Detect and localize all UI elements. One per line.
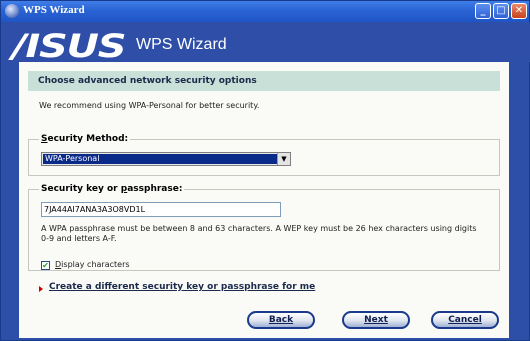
security-method-dropdown[interactable]: WPA-Personal ▼ [41, 152, 291, 166]
security-key-label: Security key or passphrase: [39, 184, 185, 194]
arrow-right-icon [39, 286, 43, 292]
security-method-label: Security Method: [39, 134, 131, 144]
close-button[interactable]: ✕ [511, 3, 527, 19]
passphrase-help-text: A WPA passphrase must be between 8 and 6… [41, 224, 477, 243]
app-icon [5, 4, 19, 18]
cancel-button[interactable]: Cancel [431, 311, 499, 329]
create-key-link[interactable]: Create a different security key or passp… [49, 282, 315, 292]
security-key-group: Security key or passphrase: A WPA passph… [28, 184, 500, 271]
maximize-button[interactable]: □ [493, 3, 509, 19]
display-characters-label[interactable]: Display characters [55, 260, 130, 269]
security-key-input[interactable] [41, 202, 281, 217]
asus-logo: /ISUS [12, 27, 127, 65]
display-characters-checkbox[interactable]: ✔ [41, 261, 50, 270]
minimize-button[interactable]: _ [475, 3, 491, 19]
recommendation-text: We recommend using WPA-Personal for bett… [39, 101, 260, 110]
security-method-value: WPA-Personal [43, 154, 277, 164]
back-button[interactable]: Back [247, 311, 315, 329]
wizard-title: WPS Wizard [136, 36, 227, 53]
section-header: Choose advanced network security options [28, 71, 500, 91]
chevron-down-icon[interactable]: ▼ [277, 153, 290, 165]
content-panel: Choose advanced network security options… [19, 62, 509, 338]
title-bar: WPS Wizard _ □ ✕ [1, 1, 529, 22]
security-method-group: Security Method: WPA-Personal ▼ [28, 134, 500, 176]
header-banner: /ISUS WPS Wizard [2, 22, 530, 65]
window-title: WPS Wizard [23, 4, 85, 16]
wps-wizard-window: WPS Wizard _ □ ✕ /ISUS WPS Wizard Choose… [0, 0, 530, 341]
next-button[interactable]: Next [342, 311, 410, 329]
